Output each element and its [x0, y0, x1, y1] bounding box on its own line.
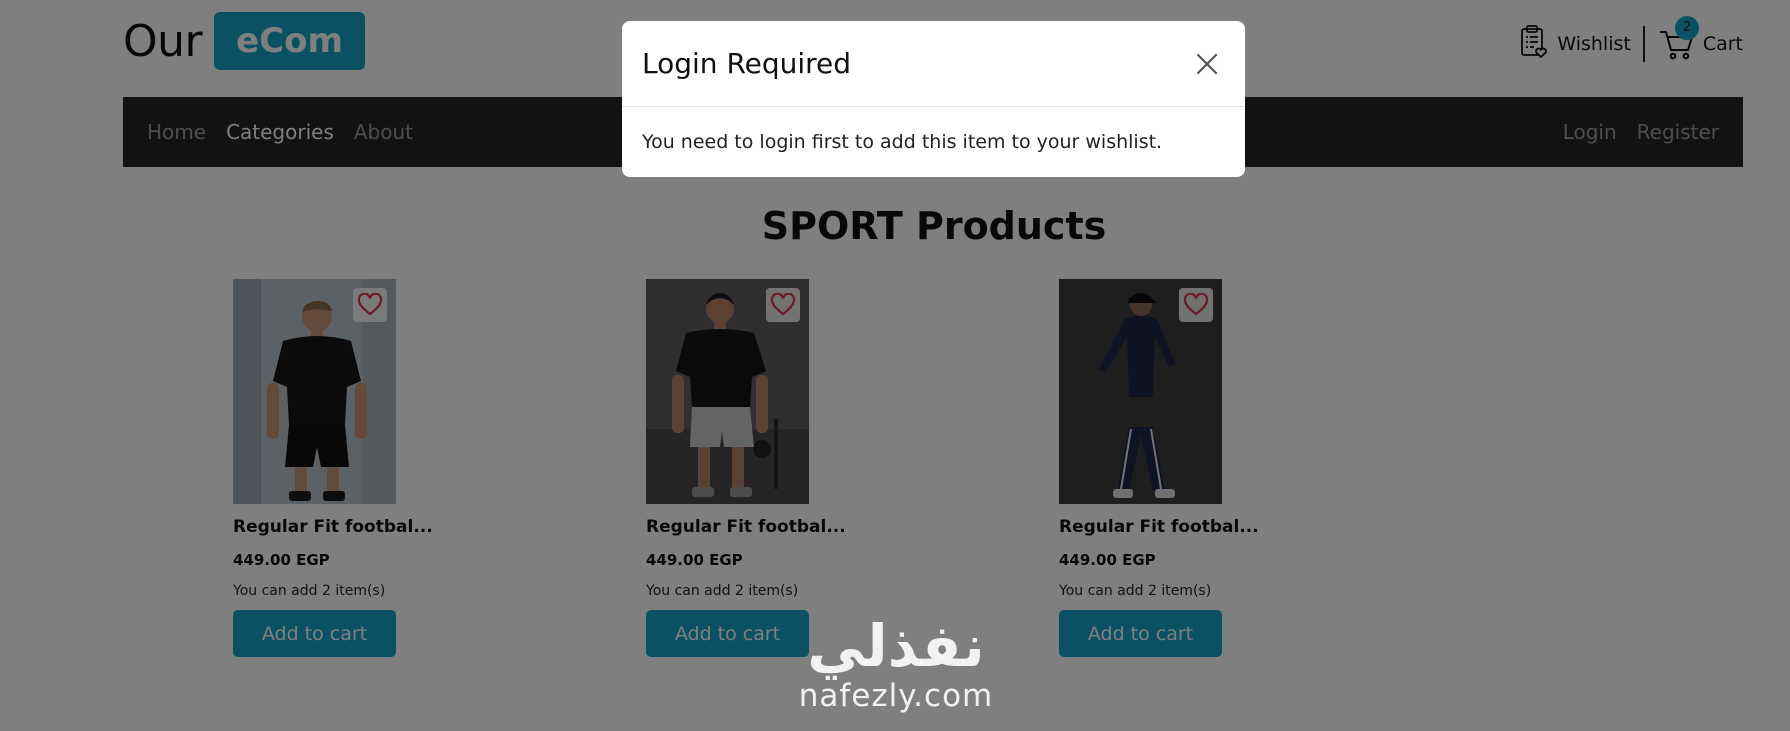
modal-body: You need to login first to add this item… [642, 131, 1163, 153]
watermark: نفذلي nafezly.com [790, 616, 1002, 716]
modal-close-button[interactable] [1187, 44, 1227, 84]
close-icon [1196, 53, 1218, 74]
modal-header: Login Required [622, 21, 1245, 107]
login-required-modal: Login Required You need to login first t… [622, 21, 1245, 177]
modal-title: Login Required [642, 47, 852, 80]
watermark-latin: nafezly.com [798, 678, 994, 714]
watermark-arabic: نفذلي [807, 612, 985, 680]
